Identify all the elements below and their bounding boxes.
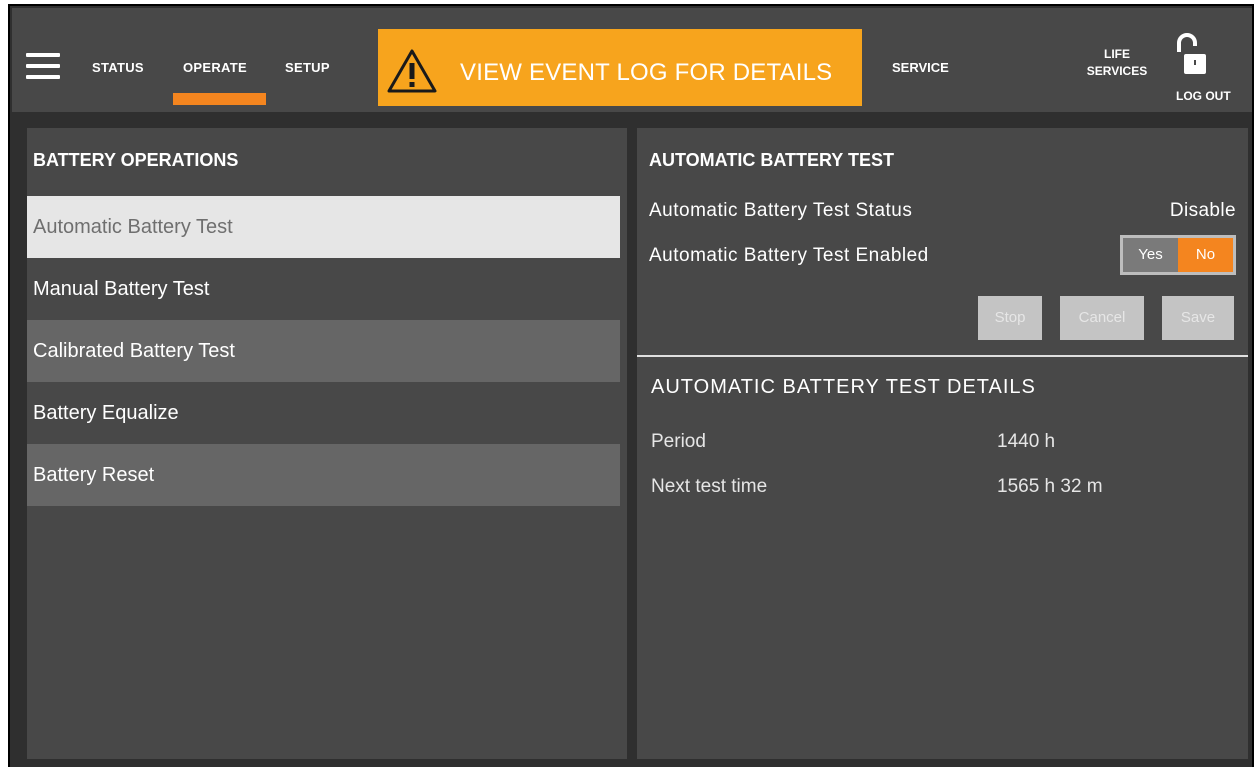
section-divider [637,355,1248,357]
toggle-yes-option[interactable]: Yes [1123,238,1178,272]
test-status-label: Automatic Battery Test Status [649,200,913,221]
automatic-battery-test-panel: AUTOMATIC BATTERY TEST Automatic Battery… [637,128,1248,759]
top-navigation-bar: STATUS OPERATE SETUP VIEW EVENT LOG FOR … [12,8,1252,112]
logout-button[interactable]: LOG OUT [1176,89,1231,103]
save-button[interactable]: Save [1162,296,1234,340]
app-frame: STATUS OPERATE SETUP VIEW EVENT LOG FOR … [8,4,1254,767]
nav-tab-status[interactable]: STATUS [92,60,144,75]
alert-message: VIEW EVENT LOG FOR DETAILS [460,59,833,86]
nav-tab-operate[interactable]: OPERATE [183,60,247,75]
operation-battery-reset[interactable]: Battery Reset [27,444,620,506]
operation-manual-battery-test[interactable]: Manual Battery Test [27,258,620,320]
warning-icon [387,49,437,93]
nav-tab-setup[interactable]: SETUP [285,60,330,75]
nav-tab-service[interactable]: SERVICE [892,60,949,75]
toggle-no-option[interactable]: No [1178,238,1233,272]
operation-automatic-battery-test[interactable]: Automatic Battery Test [27,196,620,258]
test-enabled-toggle[interactable]: Yes No [1120,235,1236,275]
details-title: AUTOMATIC BATTERY TEST DETAILS [651,376,1036,398]
menu-icon[interactable] [26,53,60,79]
operation-calibrated-battery-test[interactable]: Calibrated Battery Test [27,320,620,382]
test-enabled-label: Automatic Battery Test Enabled [649,245,929,266]
cancel-button[interactable]: Cancel [1060,296,1144,340]
test-status-value: Disable [1169,200,1236,221]
panel-title: AUTOMATIC BATTERY TEST [649,150,894,170]
stop-button[interactable]: Stop [978,296,1042,340]
operation-battery-equalize[interactable]: Battery Equalize [27,382,620,444]
unlocked-padlock-icon[interactable] [1175,32,1207,80]
nav-life-services[interactable]: LIFE SERVICES [1072,46,1162,80]
period-value: 1440 h [997,431,1056,452]
next-test-time-label: Next test time [651,476,768,497]
period-label: Period [651,431,706,452]
panel-title: BATTERY OPERATIONS [33,150,239,170]
active-tab-indicator [173,93,266,105]
battery-operations-panel: BATTERY OPERATIONS Automatic Battery Tes… [27,128,627,759]
next-test-time-value: 1565 h 32 m [997,476,1103,497]
event-log-alert-banner[interactable]: VIEW EVENT LOG FOR DETAILS [378,29,862,106]
